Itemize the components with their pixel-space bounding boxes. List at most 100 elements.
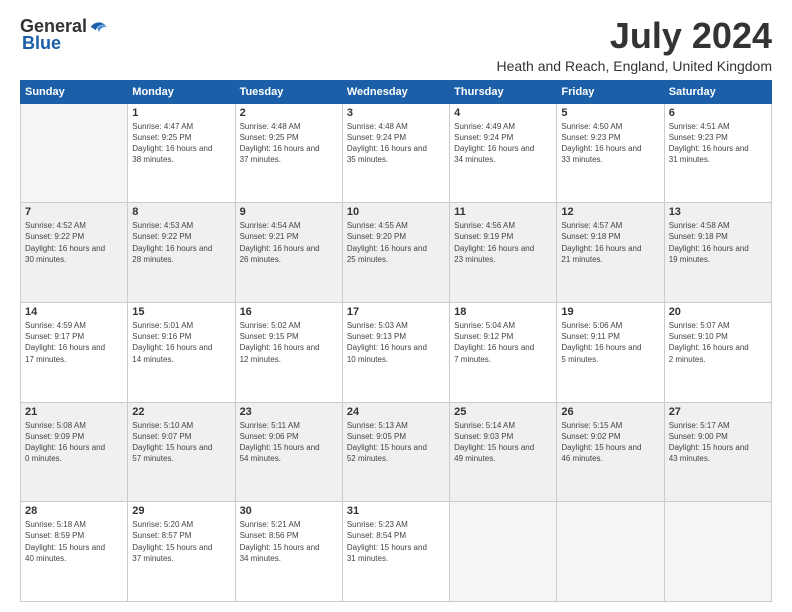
header-monday: Monday: [128, 80, 235, 103]
day-number: 30: [240, 505, 338, 517]
header-saturday: Saturday: [664, 80, 771, 103]
table-row: 14 Sunrise: 4:59 AMSunset: 9:17 PMDaylig…: [21, 302, 128, 402]
day-info: Sunrise: 4:57 AMSunset: 9:18 PMDaylight:…: [561, 220, 659, 265]
day-number: 1: [132, 107, 230, 119]
day-number: 6: [669, 107, 767, 119]
day-info: Sunrise: 5:23 AMSunset: 8:54 PMDaylight:…: [347, 519, 445, 564]
table-row: 28 Sunrise: 5:18 AMSunset: 8:59 PMDaylig…: [21, 502, 128, 602]
day-info: Sunrise: 5:10 AMSunset: 9:07 PMDaylight:…: [132, 420, 230, 465]
day-number: 28: [25, 505, 123, 517]
day-number: 7: [25, 206, 123, 218]
day-info: Sunrise: 4:49 AMSunset: 9:24 PMDaylight:…: [454, 121, 552, 166]
table-row: 12 Sunrise: 4:57 AMSunset: 9:18 PMDaylig…: [557, 203, 664, 303]
day-info: Sunrise: 4:48 AMSunset: 9:25 PMDaylight:…: [240, 121, 338, 166]
calendar-week-row: 7 Sunrise: 4:52 AMSunset: 9:22 PMDayligh…: [21, 203, 772, 303]
table-row: [21, 103, 128, 203]
header-tuesday: Tuesday: [235, 80, 342, 103]
calendar-week-row: 21 Sunrise: 5:08 AMSunset: 9:09 PMDaylig…: [21, 402, 772, 502]
table-row: 24 Sunrise: 5:13 AMSunset: 9:05 PMDaylig…: [342, 402, 449, 502]
table-row: 10 Sunrise: 4:55 AMSunset: 9:20 PMDaylig…: [342, 203, 449, 303]
table-row: 9 Sunrise: 4:54 AMSunset: 9:21 PMDayligh…: [235, 203, 342, 303]
day-number: 25: [454, 406, 552, 418]
table-row: 13 Sunrise: 4:58 AMSunset: 9:18 PMDaylig…: [664, 203, 771, 303]
calendar-week-row: 28 Sunrise: 5:18 AMSunset: 8:59 PMDaylig…: [21, 502, 772, 602]
day-number: 31: [347, 505, 445, 517]
table-row: 29 Sunrise: 5:20 AMSunset: 8:57 PMDaylig…: [128, 502, 235, 602]
day-number: 29: [132, 505, 230, 517]
table-row: 16 Sunrise: 5:02 AMSunset: 9:15 PMDaylig…: [235, 302, 342, 402]
day-info: Sunrise: 5:20 AMSunset: 8:57 PMDaylight:…: [132, 519, 230, 564]
page: General Blue July 2024 Heath and Reach, …: [0, 0, 792, 612]
day-number: 22: [132, 406, 230, 418]
day-number: 14: [25, 306, 123, 318]
table-row: 5 Sunrise: 4:50 AMSunset: 9:23 PMDayligh…: [557, 103, 664, 203]
day-info: Sunrise: 5:08 AMSunset: 9:09 PMDaylight:…: [25, 420, 123, 465]
table-row: 17 Sunrise: 5:03 AMSunset: 9:13 PMDaylig…: [342, 302, 449, 402]
table-row: 6 Sunrise: 4:51 AMSunset: 9:23 PMDayligh…: [664, 103, 771, 203]
day-info: Sunrise: 5:17 AMSunset: 9:00 PMDaylight:…: [669, 420, 767, 465]
month-title: July 2024: [496, 16, 772, 56]
day-info: Sunrise: 5:02 AMSunset: 9:15 PMDaylight:…: [240, 320, 338, 365]
day-info: Sunrise: 4:59 AMSunset: 9:17 PMDaylight:…: [25, 320, 123, 365]
day-info: Sunrise: 4:56 AMSunset: 9:19 PMDaylight:…: [454, 220, 552, 265]
table-row: 30 Sunrise: 5:21 AMSunset: 8:56 PMDaylig…: [235, 502, 342, 602]
day-number: 16: [240, 306, 338, 318]
calendar-week-row: 1 Sunrise: 4:47 AMSunset: 9:25 PMDayligh…: [21, 103, 772, 203]
header-thursday: Thursday: [450, 80, 557, 103]
calendar-header-row: Sunday Monday Tuesday Wednesday Thursday…: [21, 80, 772, 103]
day-info: Sunrise: 4:58 AMSunset: 9:18 PMDaylight:…: [669, 220, 767, 265]
table-row: 21 Sunrise: 5:08 AMSunset: 9:09 PMDaylig…: [21, 402, 128, 502]
table-row: 8 Sunrise: 4:53 AMSunset: 9:22 PMDayligh…: [128, 203, 235, 303]
day-number: 19: [561, 306, 659, 318]
table-row: 19 Sunrise: 5:06 AMSunset: 9:11 PMDaylig…: [557, 302, 664, 402]
day-info: Sunrise: 5:11 AMSunset: 9:06 PMDaylight:…: [240, 420, 338, 465]
table-row: 22 Sunrise: 5:10 AMSunset: 9:07 PMDaylig…: [128, 402, 235, 502]
day-info: Sunrise: 5:07 AMSunset: 9:10 PMDaylight:…: [669, 320, 767, 365]
title-section: July 2024 Heath and Reach, England, Unit…: [496, 16, 772, 74]
day-info: Sunrise: 4:52 AMSunset: 9:22 PMDaylight:…: [25, 220, 123, 265]
day-number: 13: [669, 206, 767, 218]
day-number: 24: [347, 406, 445, 418]
day-info: Sunrise: 5:15 AMSunset: 9:02 PMDaylight:…: [561, 420, 659, 465]
logo-bird-icon: [89, 17, 109, 37]
logo: General Blue: [20, 16, 109, 54]
day-info: Sunrise: 4:53 AMSunset: 9:22 PMDaylight:…: [132, 220, 230, 265]
day-info: Sunrise: 4:51 AMSunset: 9:23 PMDaylight:…: [669, 121, 767, 166]
day-number: 2: [240, 107, 338, 119]
day-number: 20: [669, 306, 767, 318]
day-number: 21: [25, 406, 123, 418]
day-info: Sunrise: 5:13 AMSunset: 9:05 PMDaylight:…: [347, 420, 445, 465]
day-number: 10: [347, 206, 445, 218]
table-row: [450, 502, 557, 602]
table-row: 2 Sunrise: 4:48 AMSunset: 9:25 PMDayligh…: [235, 103, 342, 203]
day-info: Sunrise: 4:48 AMSunset: 9:24 PMDaylight:…: [347, 121, 445, 166]
day-info: Sunrise: 5:01 AMSunset: 9:16 PMDaylight:…: [132, 320, 230, 365]
calendar-table: Sunday Monday Tuesday Wednesday Thursday…: [20, 80, 772, 602]
table-row: 15 Sunrise: 5:01 AMSunset: 9:16 PMDaylig…: [128, 302, 235, 402]
table-row: 4 Sunrise: 4:49 AMSunset: 9:24 PMDayligh…: [450, 103, 557, 203]
table-row: 23 Sunrise: 5:11 AMSunset: 9:06 PMDaylig…: [235, 402, 342, 502]
day-number: 27: [669, 406, 767, 418]
location-text: Heath and Reach, England, United Kingdom: [496, 58, 772, 74]
day-number: 17: [347, 306, 445, 318]
day-info: Sunrise: 5:06 AMSunset: 9:11 PMDaylight:…: [561, 320, 659, 365]
table-row: 31 Sunrise: 5:23 AMSunset: 8:54 PMDaylig…: [342, 502, 449, 602]
table-row: [664, 502, 771, 602]
day-number: 5: [561, 107, 659, 119]
table-row: 18 Sunrise: 5:04 AMSunset: 9:12 PMDaylig…: [450, 302, 557, 402]
day-info: Sunrise: 5:03 AMSunset: 9:13 PMDaylight:…: [347, 320, 445, 365]
table-row: 20 Sunrise: 5:07 AMSunset: 9:10 PMDaylig…: [664, 302, 771, 402]
day-number: 23: [240, 406, 338, 418]
day-info: Sunrise: 4:55 AMSunset: 9:20 PMDaylight:…: [347, 220, 445, 265]
table-row: 26 Sunrise: 5:15 AMSunset: 9:02 PMDaylig…: [557, 402, 664, 502]
header-sunday: Sunday: [21, 80, 128, 103]
day-info: Sunrise: 5:21 AMSunset: 8:56 PMDaylight:…: [240, 519, 338, 564]
day-info: Sunrise: 5:18 AMSunset: 8:59 PMDaylight:…: [25, 519, 123, 564]
table-row: 27 Sunrise: 5:17 AMSunset: 9:00 PMDaylig…: [664, 402, 771, 502]
logo-blue-text: Blue: [22, 33, 61, 54]
table-row: 25 Sunrise: 5:14 AMSunset: 9:03 PMDaylig…: [450, 402, 557, 502]
day-number: 18: [454, 306, 552, 318]
day-number: 9: [240, 206, 338, 218]
day-info: Sunrise: 5:14 AMSunset: 9:03 PMDaylight:…: [454, 420, 552, 465]
table-row: 3 Sunrise: 4:48 AMSunset: 9:24 PMDayligh…: [342, 103, 449, 203]
